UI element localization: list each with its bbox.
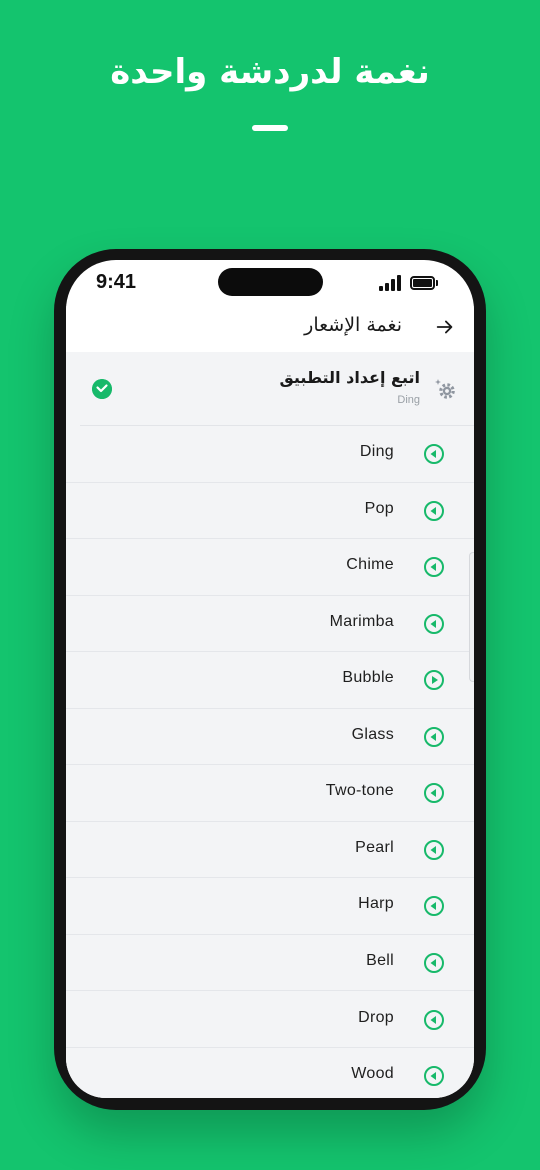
play-icon[interactable] xyxy=(423,782,445,804)
play-icon[interactable] xyxy=(423,952,445,974)
follow-setting-current-tone: Ding xyxy=(397,394,420,406)
tone-list: اتبع إعداد التطبيق Ding Ding Pop Chime Mari… xyxy=(66,352,474,1098)
play-icon[interactable] xyxy=(423,613,445,635)
tone-label: Chime xyxy=(346,556,394,574)
tone-row[interactable]: Bubble xyxy=(66,652,474,709)
check-icon xyxy=(92,379,112,399)
status-bar: 9:41 xyxy=(66,260,474,306)
play-icon[interactable] xyxy=(423,839,445,861)
tone-row[interactable]: Bell xyxy=(66,935,474,992)
app-header: نغمة الإشعار xyxy=(66,306,474,352)
status-time: 9:41 xyxy=(96,271,137,293)
tone-row[interactable]: Harp xyxy=(66,878,474,935)
signal-icon xyxy=(379,275,401,291)
scrollbar[interactable] xyxy=(469,552,474,682)
tone-label: Wood xyxy=(351,1065,394,1083)
page-title: نغمة الإشعار xyxy=(304,314,402,336)
tone-label: Pop xyxy=(364,499,394,517)
tone-row[interactable]: Ding xyxy=(66,426,474,483)
tone-label: Marimba xyxy=(329,612,394,630)
tone-row[interactable]: Glass xyxy=(66,709,474,766)
play-icon[interactable] xyxy=(423,1065,445,1087)
tone-label: Two-tone xyxy=(325,782,394,800)
play-icon[interactable] xyxy=(423,556,445,578)
tone-label: Ding xyxy=(359,443,394,460)
play-icon[interactable] xyxy=(423,726,445,748)
tone-label: Bell xyxy=(366,951,394,969)
tone-row[interactable]: Two-tone xyxy=(66,765,474,822)
battery-icon xyxy=(410,276,438,290)
gear-sparkle-icon xyxy=(435,379,455,399)
tone-row[interactable]: Chime xyxy=(66,539,474,596)
arrow-right-icon[interactable] xyxy=(434,316,456,338)
dynamic-island xyxy=(218,268,323,296)
tone-row[interactable]: Wood xyxy=(66,1048,474,1098)
tone-row[interactable]: Pearl xyxy=(66,822,474,879)
phone-screen: 9:41 نغمة الإشعار اتبع إعداد التطبيق Din… xyxy=(66,260,474,1098)
tone-label: Drop xyxy=(358,1008,394,1026)
follow-app-setting-row[interactable]: اتبع إعداد التطبيق Ding xyxy=(66,352,474,425)
tone-row[interactable]: Pop xyxy=(66,483,474,540)
tone-label: Harp xyxy=(358,895,394,913)
play-icon-playing[interactable] xyxy=(423,669,445,691)
tone-row[interactable]: Marimba xyxy=(66,596,474,653)
tone-row[interactable]: Drop xyxy=(66,992,474,1048)
play-icon[interactable] xyxy=(423,1009,445,1031)
play-icon[interactable] xyxy=(423,895,445,917)
tone-label: Pearl xyxy=(355,838,394,856)
follow-setting-title: اتبع إعداد التطبيق xyxy=(279,368,420,387)
play-icon[interactable] xyxy=(423,500,445,522)
tone-label: Glass xyxy=(351,725,394,743)
play-icon[interactable] xyxy=(423,443,445,465)
tone-label: Bubble xyxy=(342,669,394,687)
promo-underline xyxy=(252,125,288,131)
promo-title: نغمة لدردشة واحدة xyxy=(110,52,430,92)
